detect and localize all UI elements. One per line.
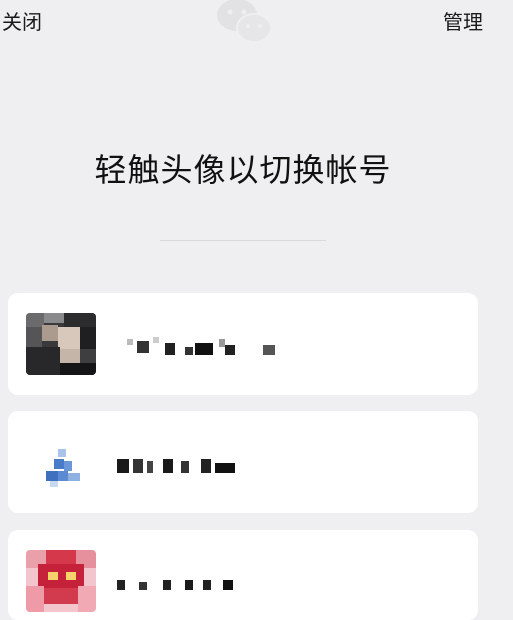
divider (160, 240, 326, 241)
account-card-3[interactable] (8, 530, 478, 620)
avatar-default (26, 431, 96, 493)
account-name-pixelated (113, 449, 293, 477)
account-name-pixelated (113, 331, 293, 359)
account-card-1[interactable] (8, 293, 478, 395)
close-button[interactable]: 关闭 (2, 6, 42, 35)
page-title: 轻触头像以切换帐号 (94, 151, 392, 189)
avatar-red (26, 550, 96, 612)
top-bar: 关闭 管理 (0, 0, 513, 43)
account-card-2[interactable] (8, 411, 478, 513)
wechat-logo-icon (217, 0, 272, 43)
avatar-photo (26, 313, 96, 375)
account-name-pixelated (113, 568, 293, 596)
manage-button[interactable]: 管理 (443, 6, 483, 35)
